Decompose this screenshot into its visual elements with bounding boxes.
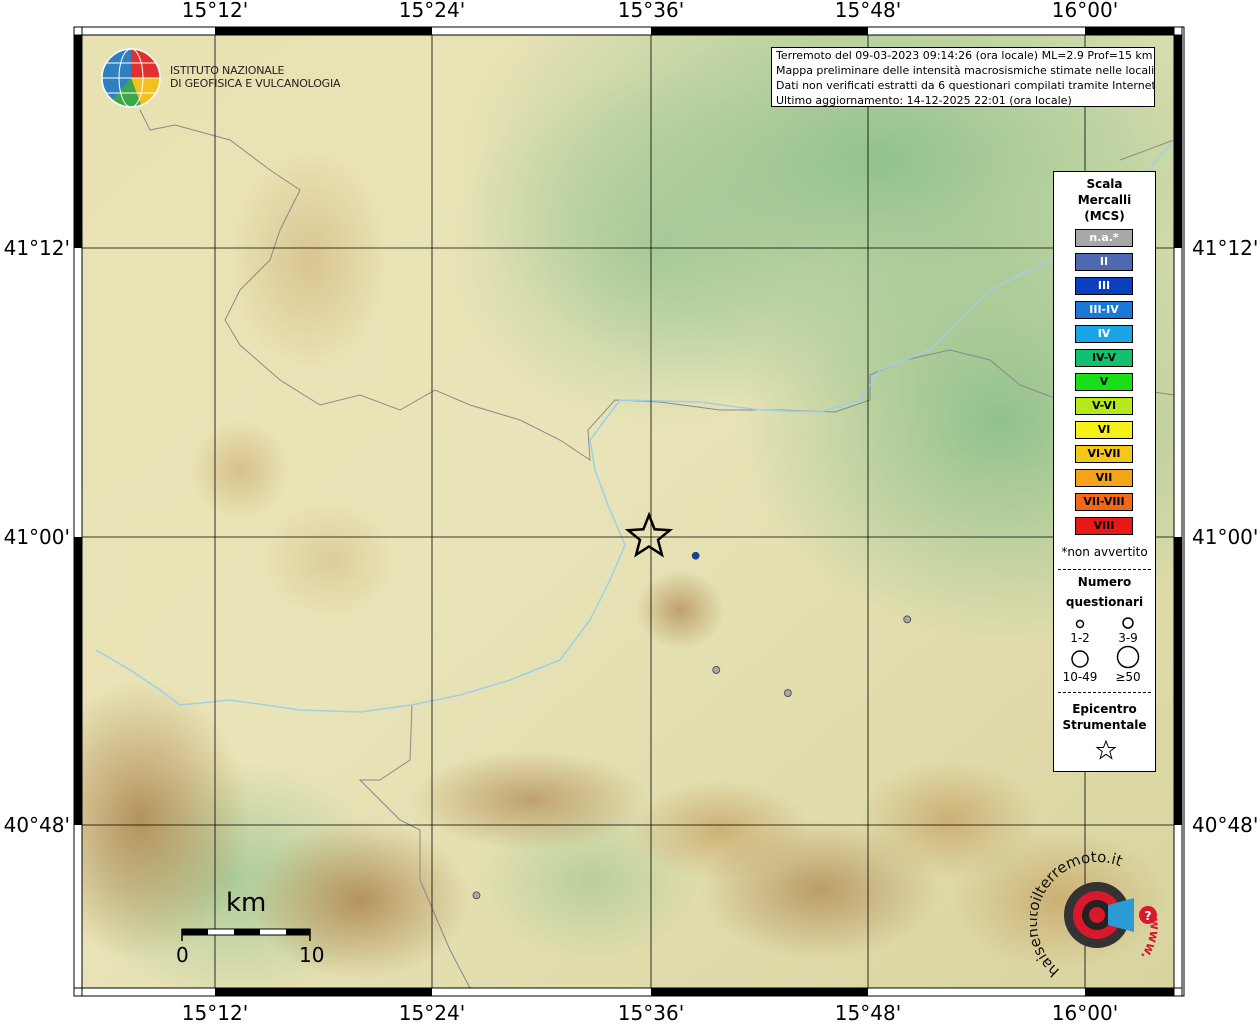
mcs-legend: Scala Mercalli (MCS) n.a.* II III III-IV IV I… [1053, 171, 1156, 772]
lon-tick-top-3: 15°36' [617, 0, 685, 22]
event-info-box: Terremoto del 09-03-2023 09:14:26 (ora l… [771, 47, 1155, 107]
info-line-4: Ultimo aggiornamento: 14-12-2025 22:01 (… [776, 94, 1072, 107]
info-line-2: Mappa preliminare delle intensità macros… [776, 64, 1155, 77]
mcs-class-swatch: VI-VII [1075, 445, 1133, 463]
mcs-class-swatch: VII [1075, 469, 1133, 487]
epicenter-title-2: Strumentale [1062, 718, 1147, 732]
lon-tick-top-4: 15°48' [834, 0, 902, 22]
report-point [783, 689, 792, 697]
count-class-4: ≥50 [1115, 670, 1141, 684]
info-line-3: Dati non verificati estratti da 6 questi… [776, 79, 1155, 92]
count-title-2: questionari [1065, 595, 1144, 609]
count-title-1: Numero [1077, 575, 1132, 589]
mcs-class-swatch: V [1075, 373, 1133, 391]
legend-title-3: (MCS) [1084, 209, 1125, 223]
report-point [472, 891, 481, 900]
scale-unit: km [226, 888, 267, 918]
mcs-class-swatch: n.a.* [1075, 229, 1133, 247]
scale-start: 0 [176, 943, 189, 967]
legend-title-2: Mercalli [1077, 193, 1132, 207]
count-class-1: 1-2 [1070, 631, 1090, 645]
count-symbol-large [1071, 650, 1089, 668]
lon-tick-top-1: 15°12' [181, 0, 249, 22]
scale-end: 10 [299, 943, 325, 967]
lat-tick-left-3: 40°48' [3, 813, 70, 837]
count-symbol-xlarge [1116, 645, 1140, 669]
mcs-class-swatch: VII-VIII [1075, 493, 1133, 511]
mcs-class-swatch: III [1075, 277, 1133, 295]
ingv-logo-text: ISTITUTO NAZIONALE DI GEOFISICA E VULCAN… [170, 64, 341, 90]
mcs-class-swatch: VI [1075, 421, 1133, 439]
count-symbol-small [1075, 619, 1085, 629]
haisentito-brand-text: haisentitoilterremoto.it www. [1030, 850, 1162, 980]
mcs-class-swatch: III-IV [1075, 301, 1133, 319]
brand-url-text: www. [1137, 918, 1162, 963]
legend-separator-1 [1058, 569, 1151, 570]
mcs-class-swatch: VIII [1075, 517, 1133, 535]
lon-tick-top-5: 16°00' [1051, 0, 1119, 22]
mcs-class-swatch: II [1075, 253, 1133, 271]
count-class-3: 10-49 [1062, 670, 1098, 684]
report-point [691, 551, 700, 560]
info-line-1: Terremoto del 09-03-2023 09:14:26 (ora l… [776, 49, 1153, 62]
lat-tick-right-1: 41°12' [1192, 236, 1257, 260]
report-point [712, 666, 721, 674]
legend-separator-2 [1058, 692, 1151, 693]
lon-tick-bottom-1: 15°12' [181, 1001, 249, 1025]
mcs-class-swatch: IV [1075, 325, 1133, 343]
legend-title-1: Scala [1086, 177, 1123, 191]
legend-note: *non avvertito [1061, 545, 1148, 559]
logo-line-1: ISTITUTO NAZIONALE [170, 64, 285, 77]
lon-tick-bottom-2: 15°24' [398, 1001, 466, 1025]
report-point [903, 615, 912, 624]
lon-tick-top-2: 15°24' [398, 0, 466, 22]
mcs-class-swatch: IV-V [1075, 349, 1133, 367]
svg-text:haisentitoilterremoto.it: haisentitoilterremoto.it [1030, 850, 1125, 980]
count-class-2: 3-9 [1118, 631, 1138, 645]
mcs-class-swatch: V-VI [1075, 397, 1133, 415]
count-symbol-medium [1122, 617, 1134, 629]
lat-tick-right-2: 41°00' [1192, 525, 1257, 549]
lat-tick-right-3: 40°48' [1192, 813, 1257, 837]
svg-text:www.: www. [1137, 918, 1162, 963]
lon-tick-bottom-4: 15°48' [834, 1001, 902, 1025]
epicenter-title-1: Epicentro [1072, 702, 1137, 716]
lat-tick-left-2: 41°00' [3, 525, 70, 549]
epicenter-legend-icon [1095, 739, 1117, 760]
logo-line-2: DI GEOFISICA E VULCANOLOGIA [170, 77, 341, 90]
brand-text: haisentitoilterremoto.it [1030, 850, 1125, 980]
lon-tick-bottom-3: 15°36' [617, 1001, 685, 1025]
ingv-globe-icon [101, 48, 161, 108]
lon-tick-bottom-5: 16°00' [1051, 1001, 1119, 1025]
lat-tick-left-1: 41°12' [3, 236, 70, 260]
